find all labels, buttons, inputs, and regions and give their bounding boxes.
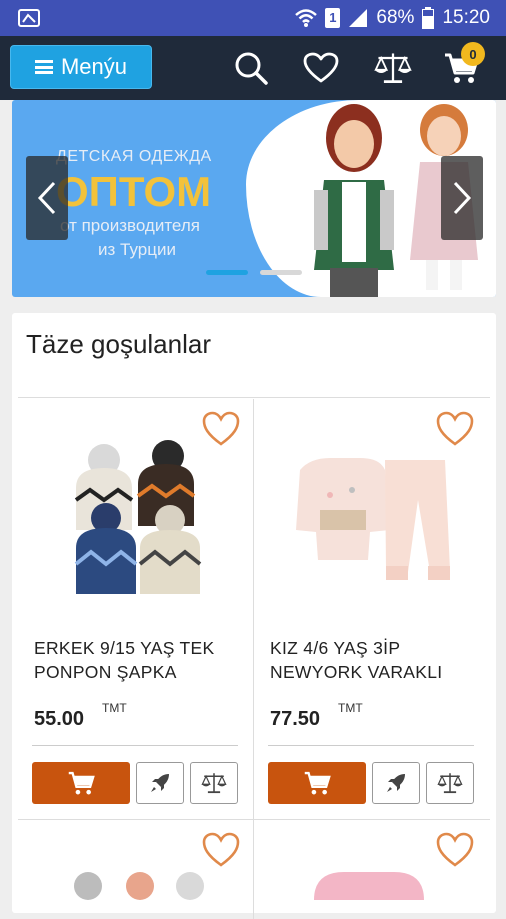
divider <box>32 745 238 746</box>
product-name-line-2: NEWYORK VARAKLI <box>270 662 443 682</box>
section-title: Täze goşulanlar <box>26 329 211 359</box>
quick-buy-button[interactable] <box>136 762 184 804</box>
currency-label: TMT <box>338 701 363 715</box>
product-name-line-2: PONPON ŞAPKA <box>34 662 177 682</box>
app-bar: Menýu 0 <box>0 36 506 100</box>
product-image <box>74 440 202 594</box>
add-to-favorites-icon[interactable] <box>202 832 240 868</box>
scale-icon <box>437 773 463 794</box>
cart-icon <box>68 771 95 795</box>
slider-dot-2[interactable] <box>260 270 302 275</box>
cart-count-badge: 0 <box>461 42 485 66</box>
status-bar: 1 68% 15:20 <box>0 0 506 36</box>
menu-label: Menýu <box>60 54 128 79</box>
add-to-favorites-icon[interactable] <box>436 832 474 868</box>
banner-line-2: от производителя <box>60 216 200 235</box>
rocket-icon <box>151 774 169 792</box>
product-price: 55.00 <box>34 708 85 730</box>
product-card[interactable] <box>254 820 489 900</box>
cart-button[interactable]: 0 <box>441 42 485 88</box>
favorites-button[interactable] <box>301 48 341 88</box>
heart-icon <box>303 52 339 83</box>
chevron-right-icon <box>453 181 472 215</box>
slider-prev-button[interactable] <box>26 156 68 240</box>
slider-dot-1[interactable] <box>206 270 248 275</box>
sim-indicator: 1 <box>325 8 341 28</box>
compare-button[interactable] <box>426 762 474 804</box>
slider-next-button[interactable] <box>441 156 483 240</box>
search-button[interactable] <box>231 48 271 88</box>
hamburger-icon <box>34 60 53 74</box>
scale-icon <box>201 773 227 794</box>
notification-icon <box>18 9 40 27</box>
clock: 15:20 <box>442 7 490 28</box>
menu-button[interactable]: Menýu <box>10 45 152 89</box>
add-to-cart-button[interactable] <box>32 762 130 804</box>
product-name-line-1: ERKEK 9/15 YAŞ TEK <box>34 638 215 658</box>
product-image <box>314 872 424 900</box>
compare-button[interactable] <box>373 48 413 88</box>
banner-line-3: из Турции <box>98 240 176 259</box>
currency-label: TMT <box>102 701 127 715</box>
cart-icon <box>304 771 331 795</box>
product-card[interactable]: ERKEK 9/15 YAŞ TEK PONPON ŞAPKA 55.00 TM… <box>18 398 253 818</box>
scale-icon <box>374 53 412 83</box>
product-name-line-1: KIZ 4/6 YAŞ 3İP <box>270 638 401 658</box>
battery-icon <box>422 7 435 29</box>
product-image <box>296 458 450 580</box>
wifi-icon <box>295 9 318 27</box>
product-image <box>74 872 204 900</box>
product-card[interactable]: KIZ 4/6 YAŞ 3İP NEWYORK VARAKLI 77.50 TM… <box>254 398 489 818</box>
banner-line-1: ДЕТСКАЯ ОДЕЖДА <box>56 148 212 165</box>
battery-percent: 68% <box>376 7 415 28</box>
add-to-favorites-icon[interactable] <box>202 411 240 447</box>
promo-banner[interactable]: ДЕТСКАЯ ОДЕЖДА ОПТОМ от производителя из… <box>12 100 496 297</box>
compare-button[interactable] <box>190 762 238 804</box>
add-to-cart-button[interactable] <box>268 762 366 804</box>
rocket-icon <box>387 774 405 792</box>
divider <box>268 745 474 746</box>
signal-icon <box>349 9 368 27</box>
product-price: 77.50 <box>270 708 321 730</box>
chevron-left-icon <box>37 181 56 215</box>
banner-title: ОПТОМ <box>56 168 212 215</box>
product-card[interactable] <box>18 820 253 900</box>
search-icon <box>235 52 268 85</box>
quick-buy-button[interactable] <box>372 762 420 804</box>
new-arrivals-section: Täze goşulanlar ERKEK 9/15 YAŞ TEK PONPO… <box>12 313 496 919</box>
